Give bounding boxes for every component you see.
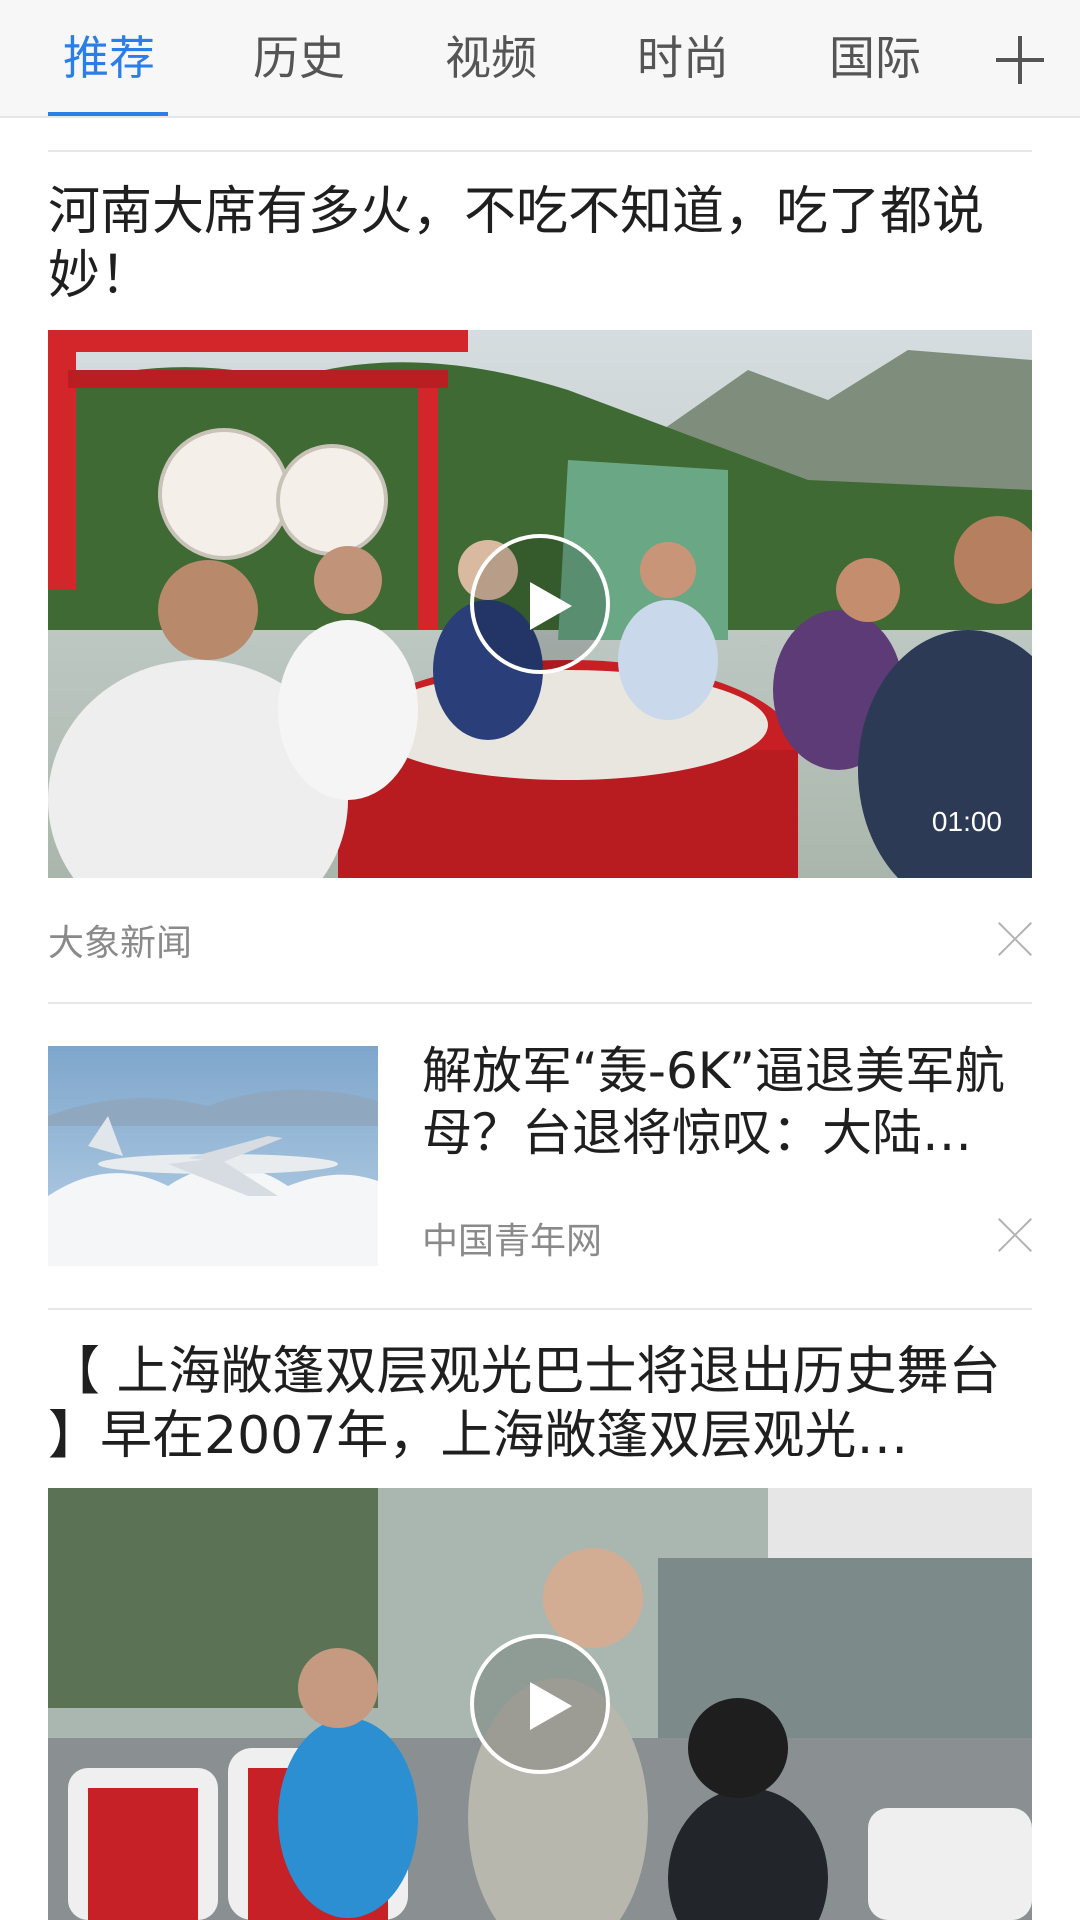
tab-video[interactable]: 视频 (426, 0, 556, 118)
close-icon[interactable] (998, 922, 1032, 956)
tab-international[interactable]: 国际 (810, 0, 940, 118)
article-title[interactable]: 【 上海敞篷双层观光巴士将退出历史舞台 】早在2007年，上海敞篷双层观光… (48, 1340, 1032, 1468)
category-tab-bar: 推荐 历史 视频 时尚 国际 (0, 0, 1080, 118)
plus-icon[interactable] (996, 36, 1044, 84)
tab-recommend[interactable]: 推荐 (44, 0, 174, 118)
article-title[interactable]: 河南大席有多火，不吃不知道，吃了都说妙！ (48, 180, 1032, 308)
close-icon[interactable] (998, 1218, 1032, 1252)
active-tab-indicator (48, 112, 168, 116)
article-source: 中国青年网 (422, 1221, 603, 1262)
play-icon[interactable] (470, 534, 610, 674)
video-duration: 01:00 (931, 806, 1002, 837)
article-title[interactable]: 解放军“轰-6K”逼退美军航母？台退将惊叹：大陆… (422, 1040, 1032, 1164)
feed-divider (48, 150, 1032, 152)
feed-divider (48, 1308, 1032, 1310)
video-thumbnail[interactable] (48, 1488, 1032, 1920)
feed-divider (48, 1002, 1032, 1004)
tab-fashion[interactable]: 时尚 (618, 0, 748, 118)
tab-history[interactable]: 历史 (234, 0, 364, 118)
article-thumbnail[interactable] (48, 1046, 378, 1266)
article-source: 大象新闻 (48, 923, 193, 964)
play-icon[interactable] (470, 1634, 610, 1774)
bomber-aircraft-image (48, 1046, 378, 1266)
video-thumbnail[interactable]: 01:00 (48, 330, 1032, 878)
